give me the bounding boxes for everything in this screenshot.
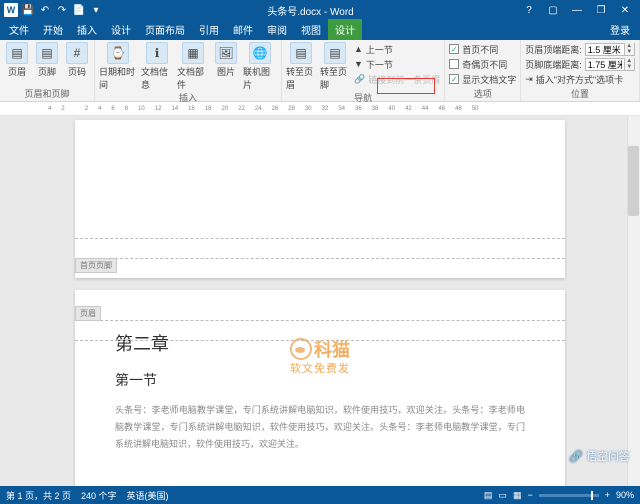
tab-home[interactable]: 开始 [36, 19, 70, 40]
footer-distance-label: 页脚底端距离: [525, 58, 582, 71]
heading-2: 第一节 [115, 370, 525, 390]
header-distance-label: 页眉顶端距离: [525, 43, 582, 56]
header-button[interactable]: ▤页眉 [4, 42, 30, 78]
pictures-button[interactable]: 🖼图片 [213, 42, 239, 78]
title-bar: W 💾 ↶ ↷ 📄 ▾ 头条号.docx - Word ? ▢ — ❐ ✕ 页眉… [0, 0, 640, 20]
window-title: 头条号.docx - Word [103, 3, 518, 18]
word-logo-icon: W [4, 3, 18, 17]
group-insert: ⌚日期和时间 ℹ文档信息 ▦文档部件 🖼图片 🌐联机图片 插入 [95, 40, 282, 101]
group-options: ✓首页不同 奇偶页不同 ✓显示文档文字 选项 [445, 40, 521, 101]
heading-1: 第二章 [115, 330, 525, 356]
zoom-level[interactable]: 90% [616, 490, 634, 500]
spin-down-icon[interactable]: ▼ [624, 49, 634, 55]
goto-footer-icon: ▤ [324, 42, 346, 64]
zoom-in-button[interactable]: + [605, 490, 610, 500]
tab-header-footer-design[interactable]: 设计 [328, 19, 362, 40]
quick-parts-button[interactable]: ▦文档部件 [177, 42, 209, 91]
online-picture-icon: 🌐 [249, 42, 271, 64]
group-label: 位置 [525, 87, 635, 101]
info-icon: ℹ [146, 42, 168, 64]
goto-header-button[interactable]: ▤转至页眉 [286, 42, 316, 91]
footer-icon: ▤ [36, 42, 58, 64]
qat-customize-icon[interactable]: ▾ [89, 3, 103, 17]
date-time-button[interactable]: ⌚日期和时间 [99, 42, 137, 91]
word-count-status[interactable]: 240 个字 [81, 489, 117, 502]
qat-undo-icon[interactable]: ↶ [38, 3, 52, 17]
different-first-page-checkbox[interactable]: ✓首页不同 [449, 42, 516, 56]
footer-distance-spinner[interactable]: ▲▼ [585, 58, 635, 71]
status-bar: 第 1 页，共 2 页 240 个字 英语(美国) ▤ ▭ ▦ − + 90% [0, 486, 640, 504]
horizontal-ruler[interactable]: 4224681012141618202224262830323436384042… [0, 102, 640, 116]
ribbon: ▤页眉 ▤页脚 #页码 页眉和页脚 ⌚日期和时间 ℹ文档信息 ▦文档部件 🖼图片… [0, 40, 640, 102]
web-layout-view-icon[interactable]: ▦ [513, 490, 522, 501]
different-odd-even-checkbox[interactable]: 奇偶页不同 [449, 57, 516, 71]
picture-icon: 🖼 [215, 42, 237, 64]
close-window-button[interactable]: ✕ [614, 5, 636, 16]
link-previous-button: 🔗 链接到前一条页眉 [354, 72, 440, 86]
header-tag: 页眉 [75, 306, 101, 321]
goto-footer-button[interactable]: ▤转至页脚 [320, 42, 350, 91]
tab-view[interactable]: 视图 [294, 19, 328, 40]
group-label: 页眉和页脚 [4, 87, 90, 101]
previous-section-button[interactable]: ▲ 上一节 [354, 42, 440, 56]
clock-icon: ⌚ [107, 42, 129, 64]
read-mode-view-icon[interactable]: ▭ [498, 490, 507, 501]
group-label: 选项 [449, 87, 516, 101]
tab-design[interactable]: 设计 [104, 19, 138, 40]
help-button[interactable]: ? [518, 5, 540, 16]
page-1[interactable]: 首页页脚 [75, 120, 565, 278]
page-number-icon: # [66, 42, 88, 64]
next-section-button[interactable]: ▼ 下一节 [354, 57, 440, 71]
doc-info-button[interactable]: ℹ文档信息 [141, 42, 173, 91]
body-paragraph: 头条号：李老师电脑教学课堂，专门系统讲解电脑知识，软件使用技巧，欢迎关注。头条号… [115, 402, 525, 453]
header-distance-spinner[interactable]: ▲▼ [585, 43, 635, 56]
zoom-out-button[interactable]: − [527, 490, 532, 500]
header-icon: ▤ [6, 42, 28, 64]
checkbox-checked-icon: ✓ [449, 44, 459, 54]
tab-review[interactable]: 审阅 [260, 19, 294, 40]
sign-in-link[interactable]: 登录 [610, 22, 630, 37]
qat-save-icon[interactable]: 💾 [21, 3, 35, 17]
online-pictures-button[interactable]: 🌐联机图片 [243, 42, 277, 91]
group-header-footer: ▤页眉 ▤页脚 #页码 页眉和页脚 [0, 40, 95, 101]
goto-header-icon: ▤ [290, 42, 312, 64]
page-count-status[interactable]: 第 1 页，共 2 页 [6, 489, 71, 502]
show-document-text-checkbox[interactable]: ✓显示文档文字 [449, 72, 516, 86]
first-page-footer-tag: 首页页脚 [75, 258, 117, 273]
checkbox-icon [449, 59, 459, 69]
page-number-button[interactable]: #页码 [64, 42, 90, 78]
parts-icon: ▦ [182, 42, 204, 64]
ribbon-display-button[interactable]: ▢ [542, 5, 564, 16]
scrollbar-thumb[interactable] [628, 146, 639, 216]
tab-mailings[interactable]: 邮件 [226, 19, 260, 40]
group-position: 页眉顶端距离: ▲▼ 页脚底端距离: ▲▼ ⇥ 插入"对齐方式"选项卡 位置 [521, 40, 640, 101]
qat-new-icon[interactable]: 📄 [72, 3, 86, 17]
footer-button[interactable]: ▤页脚 [34, 42, 60, 78]
vertical-scrollbar[interactable] [627, 116, 640, 486]
maximize-button[interactable]: ❐ [590, 5, 612, 16]
insert-alignment-tab-button[interactable]: ⇥ 插入"对齐方式"选项卡 [525, 72, 635, 86]
checkbox-checked-icon: ✓ [449, 74, 459, 84]
language-status[interactable]: 英语(美国) [127, 489, 169, 502]
print-layout-view-icon[interactable]: ▤ [484, 490, 493, 501]
minimize-button[interactable]: — [566, 5, 588, 16]
zoom-slider[interactable] [539, 494, 599, 497]
tab-layout[interactable]: 页面布局 [138, 19, 192, 40]
source-watermark: 🔗 悟空问答 [569, 448, 630, 464]
document-area[interactable]: 首页页脚 页眉 第二章 第一节 头条号：李老师电脑教学课堂，专门系统讲解电脑知识… [0, 116, 640, 486]
spin-down-icon[interactable]: ▼ [624, 64, 634, 70]
ribbon-tabs: 文件 开始 插入 设计 页面布局 引用 邮件 审阅 视图 设计 登录 [0, 20, 640, 40]
group-navigation: ▤转至页眉 ▤转至页脚 ▲ 上一节 ▼ 下一节 🔗 链接到前一条页眉 导航 [282, 40, 445, 101]
qat-redo-icon[interactable]: ↷ [55, 3, 69, 17]
tab-insert[interactable]: 插入 [70, 19, 104, 40]
page-2[interactable]: 页眉 第二章 第一节 头条号：李老师电脑教学课堂，专门系统讲解电脑知识，软件使用… [75, 290, 565, 486]
tab-references[interactable]: 引用 [192, 19, 226, 40]
tab-file[interactable]: 文件 [2, 19, 36, 40]
